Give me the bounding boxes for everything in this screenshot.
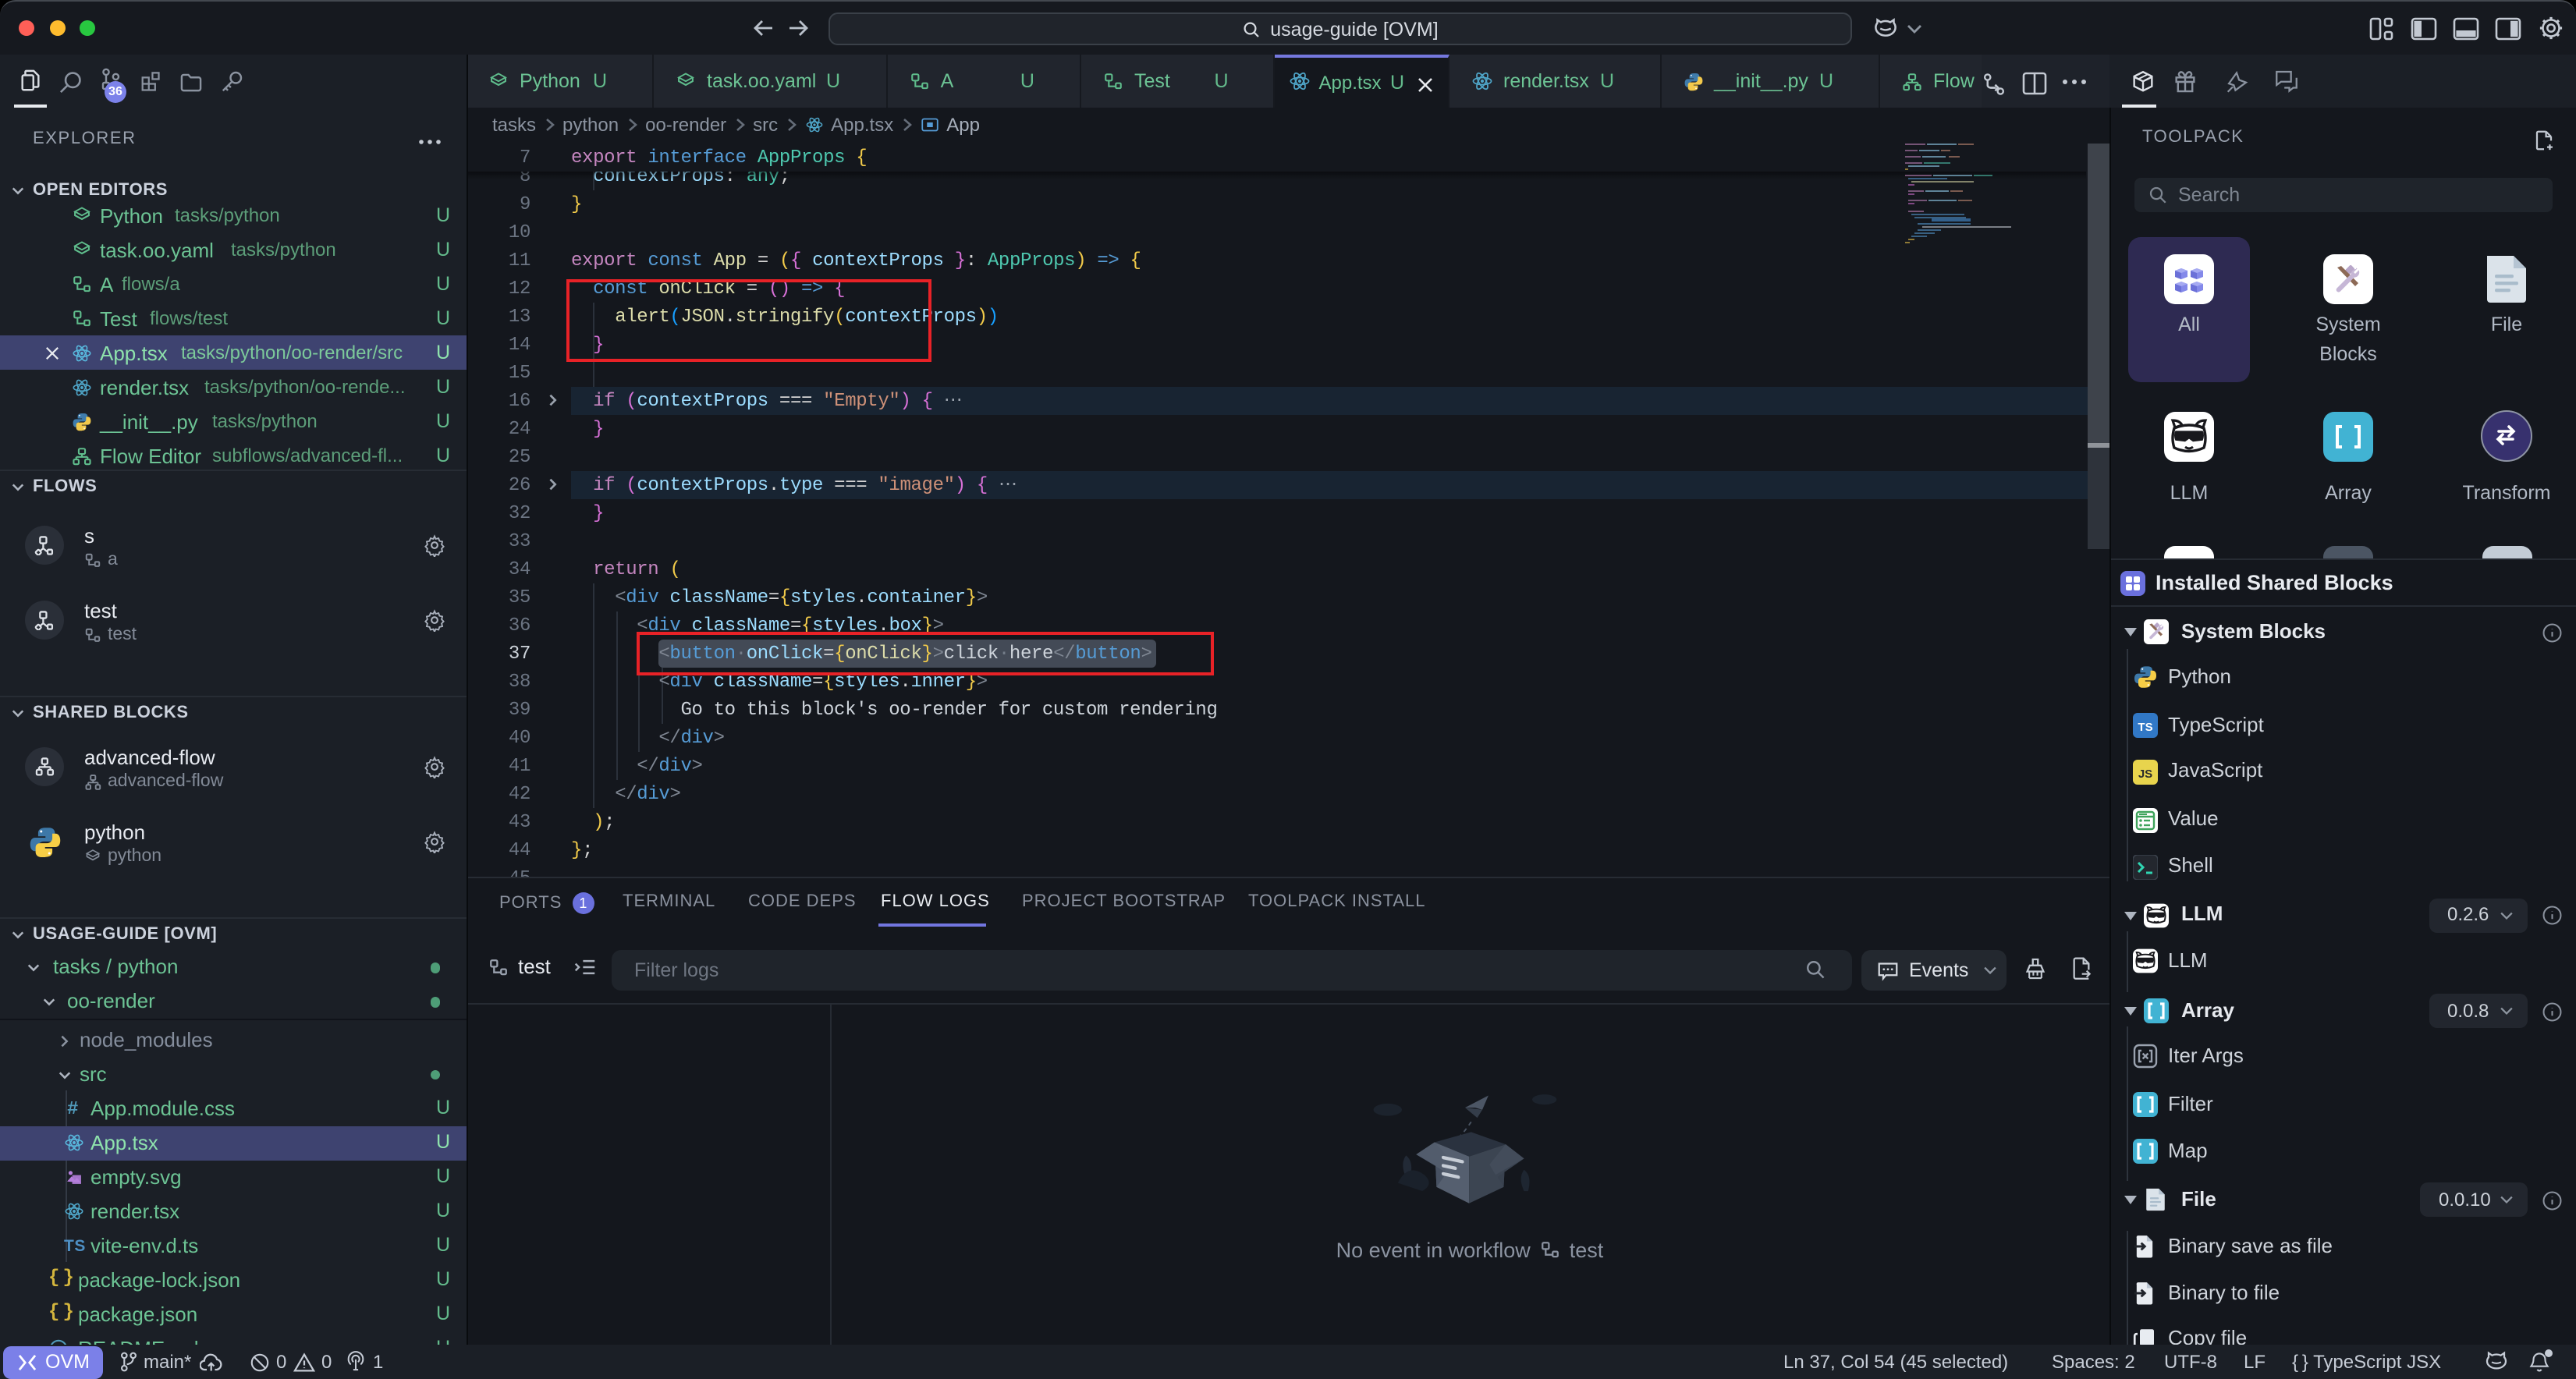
svg-text:TS: TS — [2138, 721, 2152, 734]
svg-text:JS: JS — [2138, 767, 2152, 780]
